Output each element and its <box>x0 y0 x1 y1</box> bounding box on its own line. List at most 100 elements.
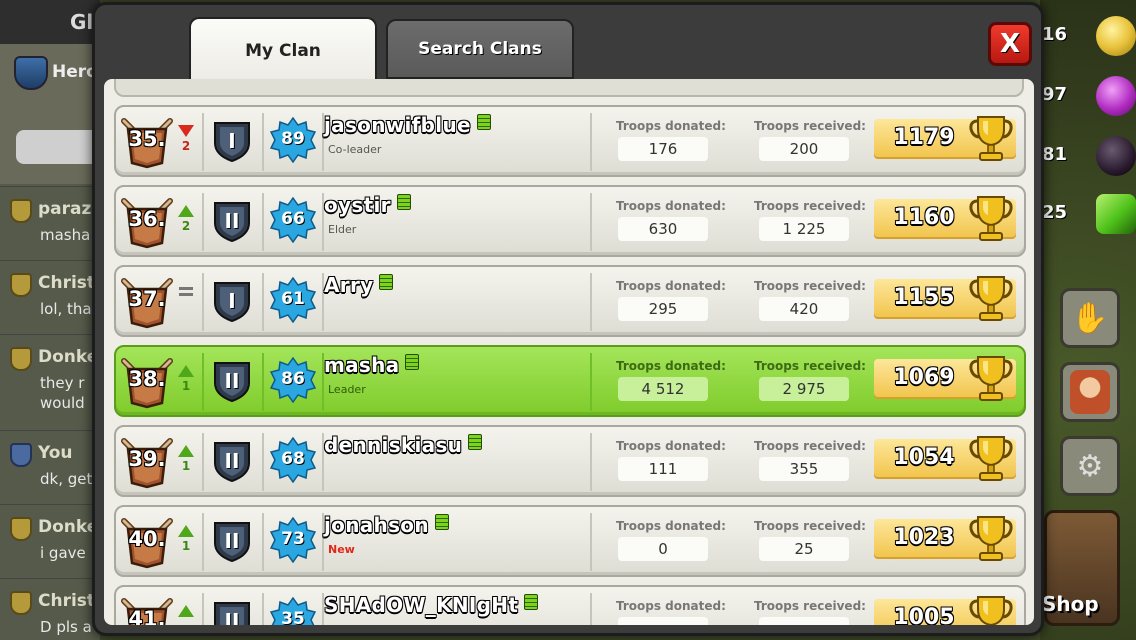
trophy-number: 1069 <box>893 365 955 390</box>
hero-button[interactable] <box>1060 362 1120 422</box>
troops-received-label: Troops received: <box>754 439 866 453</box>
divider <box>202 193 204 251</box>
member-name-text: SHAdOW_KNIgHt <box>324 593 519 617</box>
trophy-number: 1005 <box>893 605 955 625</box>
rank-trend: 1 <box>176 525 196 553</box>
member-name[interactable]: masha <box>324 353 420 377</box>
league-tier: I <box>228 129 236 153</box>
chat-message: paraz masha <box>0 186 100 260</box>
member-row[interactable]: 37. I 61 Arry Troops donated: 295 Troops… <box>114 265 1026 337</box>
chat-message: You dk, get <box>0 430 100 504</box>
troops-received-value <box>759 617 849 625</box>
rank-trend <box>176 605 196 619</box>
divider <box>262 273 264 331</box>
troops-donated-label: Troops donated: <box>616 599 726 613</box>
member-badge-icon <box>10 199 32 223</box>
rank-number: 41. <box>128 607 166 625</box>
rank-number: 35. <box>128 127 166 151</box>
close-icon: X <box>999 29 1021 59</box>
trophy-icon <box>969 516 1013 561</box>
league-badge: I <box>212 279 252 323</box>
gear-icon: ⚙ <box>1076 448 1104 484</box>
settings-button[interactable]: ⚙ <box>1060 436 1120 496</box>
trend-eq-icon <box>179 287 193 296</box>
rank-badge: 40. <box>120 513 174 569</box>
trend-down-icon <box>178 125 194 137</box>
online-status-icon <box>396 194 411 210</box>
member-row[interactable]: 35. 2 I 89 jasonwifblue Co-leader Troops… <box>114 105 1026 177</box>
rank-number: 38. <box>128 367 166 391</box>
rank-trend: 2 <box>176 205 196 233</box>
member-name-text: jonahson <box>324 513 429 537</box>
online-status-icon <box>434 514 449 530</box>
rank-trend <box>176 285 196 298</box>
close-button[interactable]: X <box>988 22 1032 66</box>
member-name[interactable]: jonahson <box>324 513 449 537</box>
rank-number: 40. <box>128 527 166 551</box>
member-row[interactable]: 38. 1 II 86 masha Leader Troops donated:… <box>114 345 1026 417</box>
elixir-amount: 97 <box>1042 84 1068 105</box>
chat-input[interactable] <box>16 130 100 164</box>
troops-received-label: Troops received: <box>754 199 866 213</box>
member-list[interactable]: 35. 2 I 89 jasonwifblue Co-leader Troops… <box>104 79 1034 625</box>
league-badge: II <box>212 439 252 483</box>
member-badge-icon <box>10 517 32 541</box>
member-name[interactable]: Arry <box>324 273 394 297</box>
rank-trend: 2 <box>176 125 196 153</box>
gem-icon <box>1096 194 1136 234</box>
rank-number: 39. <box>128 447 166 471</box>
level-number: 61 <box>281 289 305 309</box>
gold-resource: 16 <box>1040 12 1136 64</box>
elixir-drop-icon <box>1096 76 1136 116</box>
divider <box>202 433 204 491</box>
member-row[interactable]: 36. 2 II 66 oystir Elder Troops donated:… <box>114 185 1026 257</box>
rank-change: 2 <box>181 139 191 153</box>
chat-message: Christ D pls a <box>0 578 100 640</box>
trophy-count: 1179 <box>874 116 1016 161</box>
trophy-number: 1179 <box>893 125 955 150</box>
troops-donated-value: 4 512 <box>618 377 708 401</box>
trophy-number: 1054 <box>893 445 955 470</box>
level-number: 68 <box>281 449 305 469</box>
trophy-icon <box>969 596 1013 625</box>
trophy-icon <box>969 356 1013 401</box>
chat-author: Christ <box>38 273 96 293</box>
league-badge: II <box>212 359 252 403</box>
troops-received-value: 200 <box>759 137 849 161</box>
member-name[interactable]: denniskiasu <box>324 433 483 457</box>
divider <box>262 433 264 491</box>
trophy-number: 1023 <box>893 525 955 550</box>
member-badge-icon <box>10 273 32 297</box>
league-tier: II <box>224 529 240 553</box>
divider <box>590 273 592 331</box>
member-name[interactable]: oystir <box>324 193 411 217</box>
clan-dialog: My Clan Search Clans X 35. 2 I 89 jasonw… <box>92 2 1044 636</box>
member-badge-icon <box>10 443 32 467</box>
divider <box>262 193 264 251</box>
online-status-icon <box>405 354 420 370</box>
tab-search-clans[interactable]: Search Clans <box>386 19 574 79</box>
league-tier: I <box>228 289 236 313</box>
level-number: 73 <box>281 529 305 549</box>
member-name[interactable]: jasonwifblue <box>324 113 491 137</box>
chat-text: D pls a <box>40 618 92 636</box>
member-name[interactable]: SHAdOW_KNIgHt <box>324 593 539 617</box>
dark-elixir-resource: 81 <box>1040 132 1136 184</box>
trend-up-icon <box>178 605 194 617</box>
member-row[interactable]: 39. 1 II 68 denniskiasu Troops donated: … <box>114 425 1026 497</box>
trophy-icon <box>969 196 1013 241</box>
global-chat-tab[interactable]: Gl <box>0 0 100 44</box>
chat-panel-background: Gl Hero paraz masha Christ lol, tha Donk… <box>0 0 100 640</box>
elixir-resource: 97 <box>1040 72 1136 124</box>
edit-layout-button[interactable]: ✋ <box>1060 288 1120 348</box>
troops-received-label: Troops received: <box>754 599 866 613</box>
troops-donated-value: 176 <box>618 137 708 161</box>
troops-donated-value <box>618 617 708 625</box>
tab-my-clan[interactable]: My Clan <box>189 17 377 83</box>
archer-queen-icon <box>1070 370 1110 414</box>
divider <box>202 593 204 625</box>
troops-donated-value: 630 <box>618 217 708 241</box>
dark-elixir-icon <box>1096 136 1136 176</box>
member-row[interactable]: 40. 1 II 73 jonahson New Troops donated:… <box>114 505 1026 577</box>
member-row[interactable]: 41. II 35 SHAdOW_KNIgHt Troops donated: … <box>114 585 1026 625</box>
